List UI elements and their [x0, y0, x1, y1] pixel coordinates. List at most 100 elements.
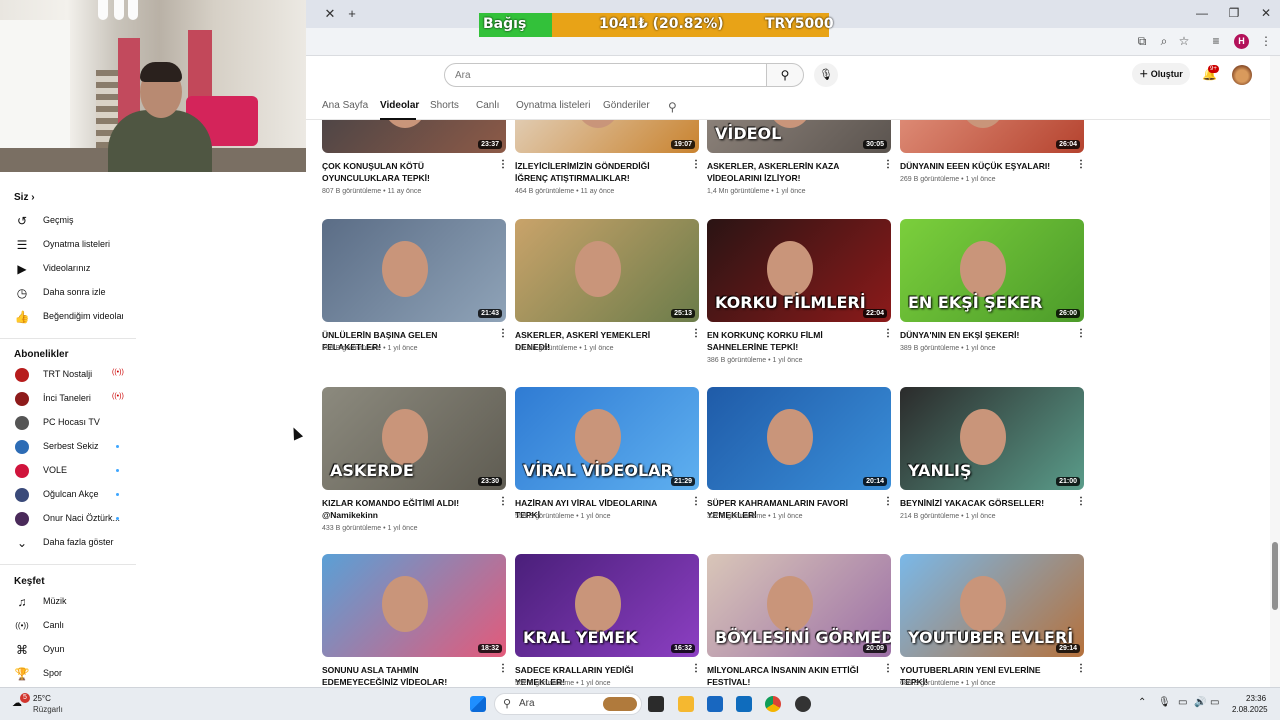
weather-description[interactable]: Rüzgarlı — [33, 705, 63, 714]
video-card[interactable]: VİDEOL 30:05 ASKERLER, ASKERLERİN KAZA VİD… — [707, 120, 893, 210]
browser-menu-icon[interactable]: ⋮ — [1258, 34, 1274, 48]
video-title[interactable]: KIZLAR KOMANDO EĞİTİMİ ALDI! @Namikekinn — [322, 497, 490, 521]
video-card[interactable]: VİRAL VİDEOLAR 21:29 HAZİRAN AYI VİRAL VİD… — [515, 387, 701, 547]
video-card[interactable]: 23:37 ÇOK KONUŞULAN KÖTÜ OYUNCULUKLARA TE… — [322, 120, 508, 210]
obs-icon[interactable] — [795, 696, 811, 712]
more-options-icon[interactable]: ⋮ — [498, 159, 508, 170]
bookmark-star-icon[interactable]: ☆ — [1176, 34, 1192, 48]
video-card[interactable]: YOUTUBER EVLERİ 29:14 YOUTUBERLARIN YENİ E… — [900, 554, 1086, 687]
weather-temperature[interactable]: 25°C — [33, 694, 51, 703]
more-options-icon[interactable]: ⋮ — [1076, 328, 1086, 339]
clock-time[interactable]: 23:36 — [1246, 694, 1266, 703]
search-button[interactable]: ⚲ — [766, 63, 804, 87]
video-title[interactable]: DÜNYANIN EEEN KÜÇÜK EŞYALARI! — [900, 160, 1068, 172]
sidebar-item-explore[interactable]: ((•)) Canlı — [0, 615, 136, 637]
video-title[interactable]: İZLEYİCİLERİMİZİN GÖNDERDİĞİ İĞRENÇ ATIŞ… — [515, 160, 683, 184]
close-tab-icon[interactable]: ✕ — [322, 6, 338, 22]
task-view-icon[interactable] — [648, 696, 664, 712]
page-scrollbar[interactable] — [1270, 56, 1280, 687]
video-thumbnail[interactable]: VİDEOL 30:05 — [707, 120, 891, 153]
volume-icon[interactable]: 🔊 — [1194, 697, 1206, 708]
battery-icon[interactable]: ▭ — [1210, 697, 1219, 708]
clock-date[interactable]: 2.08.2025 — [1232, 705, 1268, 714]
restore-icon[interactable]: ❐ — [1224, 6, 1244, 20]
video-thumbnail[interactable]: VİRAL VİDEOLAR 21:29 — [515, 387, 699, 490]
video-thumbnail[interactable]: 21:43 — [322, 219, 506, 322]
tab-home[interactable]: Ana Sayfa — [322, 100, 368, 111]
sidebar-item-subscription[interactable]: İnci Taneleri ((•)) — [0, 388, 136, 410]
sidebar-item-explore[interactable]: 🏆 Spor — [0, 663, 136, 685]
sidebar-item-subscription[interactable]: PC Hocası TV — [0, 412, 136, 434]
sidebar-show-more[interactable]: ⌄ Daha fazla göster — [0, 532, 136, 554]
video-title[interactable]: ÇOK KONUŞULAN KÖTÜ OYUNCULUKLARA TEPKİ! — [322, 160, 490, 184]
zoom-icon[interactable]: ⌕ — [1156, 34, 1172, 49]
search-input[interactable] — [444, 63, 767, 87]
video-card[interactable]: 20:14 SÜPER KAHRAMANLARIN FAVORİ YEMEKLER… — [707, 387, 893, 547]
microphone-icon[interactable]: 🎙 — [1158, 697, 1171, 708]
video-title[interactable]: DÜNYA'NIN EN EKŞİ ŞEKERİ! — [900, 329, 1068, 341]
video-thumbnail[interactable]: KRAL YEMEK 16:32 — [515, 554, 699, 657]
more-options-icon[interactable]: ⋮ — [691, 496, 701, 507]
more-options-icon[interactable]: ⋮ — [1076, 496, 1086, 507]
sidebar-item-explore[interactable]: ⌘ Oyun — [0, 639, 136, 661]
sidebar-item-explore[interactable]: ♫ Müzik — [0, 591, 136, 613]
video-title[interactable]: ASKERLER, ASKERLERİN KAZA VİDEOLARINI İZ… — [707, 160, 875, 184]
new-tab-icon[interactable]: + — [344, 6, 360, 22]
channel-search-icon[interactable]: ⚲ — [668, 100, 677, 114]
cast-icon[interactable]: ⧉ — [1134, 34, 1150, 49]
more-options-icon[interactable]: ⋮ — [1076, 663, 1086, 674]
windows-start-icon[interactable] — [470, 696, 486, 712]
voice-search-button[interactable]: 🎙 — [814, 63, 838, 87]
video-thumbnail[interactable]: 23:37 — [322, 120, 506, 153]
tab-posts[interactable]: Gönderiler — [603, 100, 650, 111]
sidebar-item-subscription[interactable]: VOLE — [0, 460, 136, 482]
video-thumbnail[interactable]: YOUTUBER EVLERİ 29:14 — [900, 554, 1084, 657]
account-avatar[interactable] — [1232, 65, 1252, 85]
video-title[interactable]: MİLYONLARCA İNSANIN AKIN ETTİĞİ FESTİVAL… — [707, 664, 875, 687]
more-options-icon[interactable]: ⋮ — [691, 328, 701, 339]
video-card[interactable]: ASKERDE 23:30 KIZLAR KOMANDO EĞİTİMİ ALDI!… — [322, 387, 508, 547]
more-options-icon[interactable]: ⋮ — [1076, 159, 1086, 170]
video-thumbnail[interactable]: YANLIŞ 21:00 — [900, 387, 1084, 490]
more-options-icon[interactable]: ⋮ — [883, 496, 893, 507]
minimize-icon[interactable]: — — [1192, 6, 1212, 20]
video-card[interactable]: BÖYLESİNİ GÖRMEDİ 20:09 MİLYONLARCA İNSANI… — [707, 554, 893, 687]
scrollbar-thumb[interactable] — [1272, 542, 1278, 610]
more-options-icon[interactable]: ⋮ — [691, 159, 701, 170]
sidebar-item-subscription[interactable]: Oğulcan Akçe — [0, 484, 136, 506]
sidebar-item-subscription[interactable]: Onur Naci Öztürk... — [0, 508, 136, 530]
more-options-icon[interactable]: ⋮ — [498, 328, 508, 339]
more-options-icon[interactable]: ⋮ — [498, 663, 508, 674]
video-card[interactable]: 25:13 ASKERLER, ASKERİ YEMEKLERİ DENEDİ! ⋮… — [515, 219, 701, 379]
taskbar-search[interactable]: ⚲ Ara — [494, 693, 642, 715]
tab-playlists[interactable]: Oynatma listeleri — [516, 100, 590, 111]
video-title[interactable]: SONUNU ASLA TAHMİN EDEMEYECEĞİNİZ VİDEOL… — [322, 664, 490, 687]
video-card[interactable]: KRAL YEMEK 16:32 SADECE KRALLARIN YEDİĞİ Y… — [515, 554, 701, 687]
video-thumbnail[interactable]: ASKERDE 23:30 — [322, 387, 506, 490]
chrome-icon[interactable] — [765, 696, 781, 712]
create-button[interactable]: ＋ Oluştur — [1132, 63, 1190, 85]
window-close-icon[interactable]: ✕ — [1256, 6, 1276, 20]
more-options-icon[interactable]: ⋮ — [883, 159, 893, 170]
video-card[interactable]: 19:07 İZLEYİCİLERİMİZİN GÖNDERDİĞİ İĞRENÇ… — [515, 120, 701, 210]
video-title[interactable]: EN KORKUNÇ KORKU FİLMİ SAHNELERİNE TEPKİ… — [707, 329, 875, 353]
video-thumbnail[interactable]: 18:32 — [322, 554, 506, 657]
video-card[interactable]: YANLIŞ 21:00 BEYNİNİZİ YAKACAK GÖRSELLER! ⋮… — [900, 387, 1086, 547]
tab-videos[interactable]: Videolar — [380, 100, 419, 111]
sidebar-item-you[interactable]: 👍 Beğendiğim videolar — [0, 306, 136, 328]
tab-live[interactable]: Canlı — [476, 100, 499, 111]
sidebar-item-you[interactable]: ↺ Geçmiş — [0, 210, 136, 232]
video-thumbnail[interactable]: EN EKŞİ ŞEKER 26:00 — [900, 219, 1084, 322]
more-options-icon[interactable]: ⋮ — [883, 328, 893, 339]
video-card[interactable]: KORKU FİLMLERİ 22:04 EN KORKUNÇ KORKU FİLM… — [707, 219, 893, 379]
video-thumbnail[interactable]: 25:13 — [515, 219, 699, 322]
sidebar-item-subscription[interactable]: Serbest Sekiz — [0, 436, 136, 458]
video-card[interactable]: 18:32 SONUNU ASLA TAHMİN EDEMEYECEĞİNİZ V… — [322, 554, 508, 687]
sidebar-item-you[interactable]: ◷ Daha sonra izle — [0, 282, 136, 304]
sidebar-item-you[interactable]: ☰ Oynatma listeleri — [0, 234, 136, 256]
reading-list-icon[interactable]: ≡ — [1208, 34, 1224, 48]
more-options-icon[interactable]: ⋮ — [691, 663, 701, 674]
outlook-icon[interactable] — [736, 696, 752, 712]
tray-overflow-icon[interactable]: ⌃ — [1138, 697, 1146, 708]
more-options-icon[interactable]: ⋮ — [883, 663, 893, 674]
